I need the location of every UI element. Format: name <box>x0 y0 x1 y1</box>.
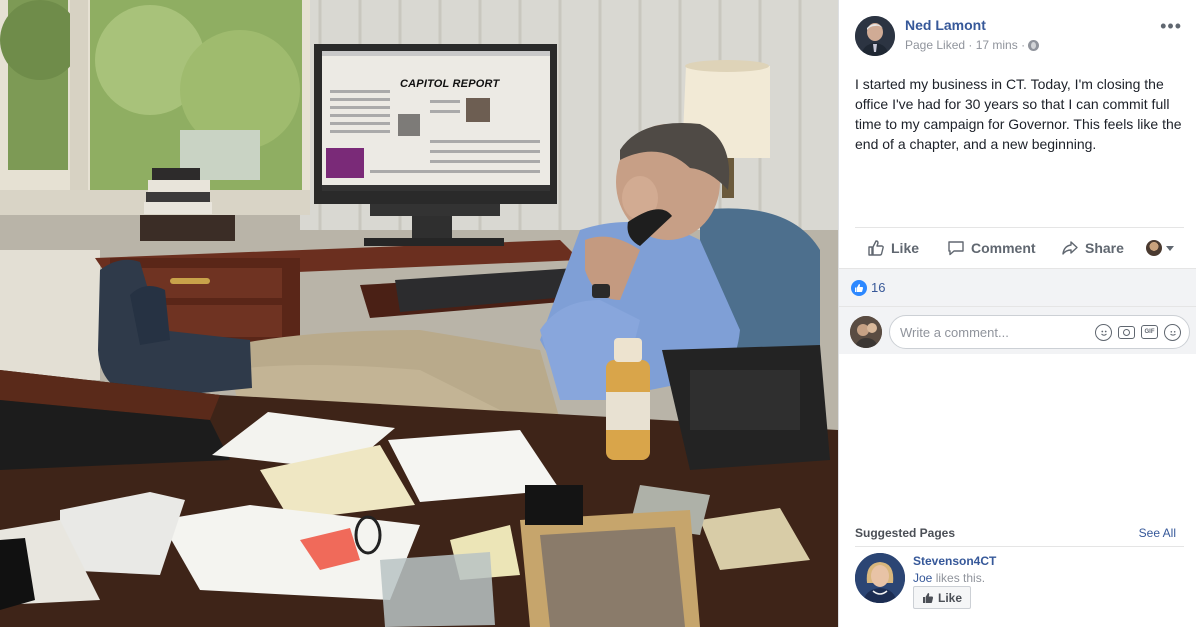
author-name[interactable]: Ned Lamont <box>905 17 986 33</box>
office-photo-illustration <box>0 0 838 627</box>
post-header: Ned Lamont Page Liked · 17 mins · ••• <box>855 16 1184 56</box>
like-icon <box>922 592 934 603</box>
comment-icon <box>948 241 964 256</box>
suggested-pages-title: Suggested Pages <box>855 526 956 540</box>
gif-icon[interactable]: GIF <box>1141 325 1158 339</box>
post-meta-text: Page Liked · 17 mins · <box>905 38 1026 52</box>
monitor-headline: CAPITOL REPORT <box>400 78 500 90</box>
author-avatar[interactable] <box>855 16 895 56</box>
see-all-link[interactable]: See All <box>1139 526 1176 540</box>
comment-placeholder: Write a comment... <box>900 324 1009 340</box>
viewer-mini-avatar <box>1146 240 1162 256</box>
sticker-icon[interactable] <box>1164 324 1181 341</box>
suggested-page-avatar[interactable] <box>855 553 905 603</box>
post-side-panel: Ned Lamont Page Liked · 17 mins · ••• I … <box>838 0 1196 627</box>
post-text: I started my business in CT. Today, I'm … <box>855 76 1182 152</box>
suggested-page-like-button[interactable]: Like <box>913 586 971 609</box>
suggested-page-name[interactable]: Stevenson4CT <box>913 554 996 568</box>
like-reaction-icon <box>851 279 867 296</box>
share-icon <box>1062 241 1078 255</box>
more-icon[interactable]: ••• <box>1160 17 1182 35</box>
like-label: Like <box>891 240 920 256</box>
suggested-divider <box>855 546 1184 547</box>
suggested-like-label: Like <box>937 590 962 605</box>
share-label: Share <box>1085 240 1124 256</box>
viewer-avatar <box>850 316 882 348</box>
post-photo[interactable]: CAPITOL REPORT <box>0 0 838 627</box>
reaction-count: 16 <box>871 280 886 295</box>
like-button[interactable]: Like <box>867 239 919 257</box>
comment-composer: Write a comment... GIF <box>839 306 1196 354</box>
globe-icon <box>1028 39 1040 51</box>
suggested-page-likes: Joe likes this. <box>913 571 985 585</box>
share-button[interactable]: Share <box>1061 239 1124 257</box>
liked-by-suffix: likes this. <box>932 571 986 585</box>
post-meta: Page Liked · 17 mins · <box>905 38 1040 52</box>
comment-button[interactable]: Comment <box>947 239 1036 257</box>
post-as-selector[interactable] <box>1146 240 1174 256</box>
chevron-down-icon <box>1166 245 1174 251</box>
emoji-icon[interactable] <box>1095 324 1112 341</box>
comment-input[interactable]: Write a comment... GIF <box>889 315 1190 349</box>
comment-label: Comment <box>971 240 1036 256</box>
post-action-bar: Like Comment Share <box>855 227 1184 267</box>
like-icon <box>868 240 884 256</box>
reactions-summary[interactable]: 16 <box>839 268 1196 306</box>
camera-icon[interactable] <box>1118 326 1135 339</box>
comment-tools: GIF <box>1095 324 1181 341</box>
liked-by-name[interactable]: Joe <box>913 571 932 585</box>
